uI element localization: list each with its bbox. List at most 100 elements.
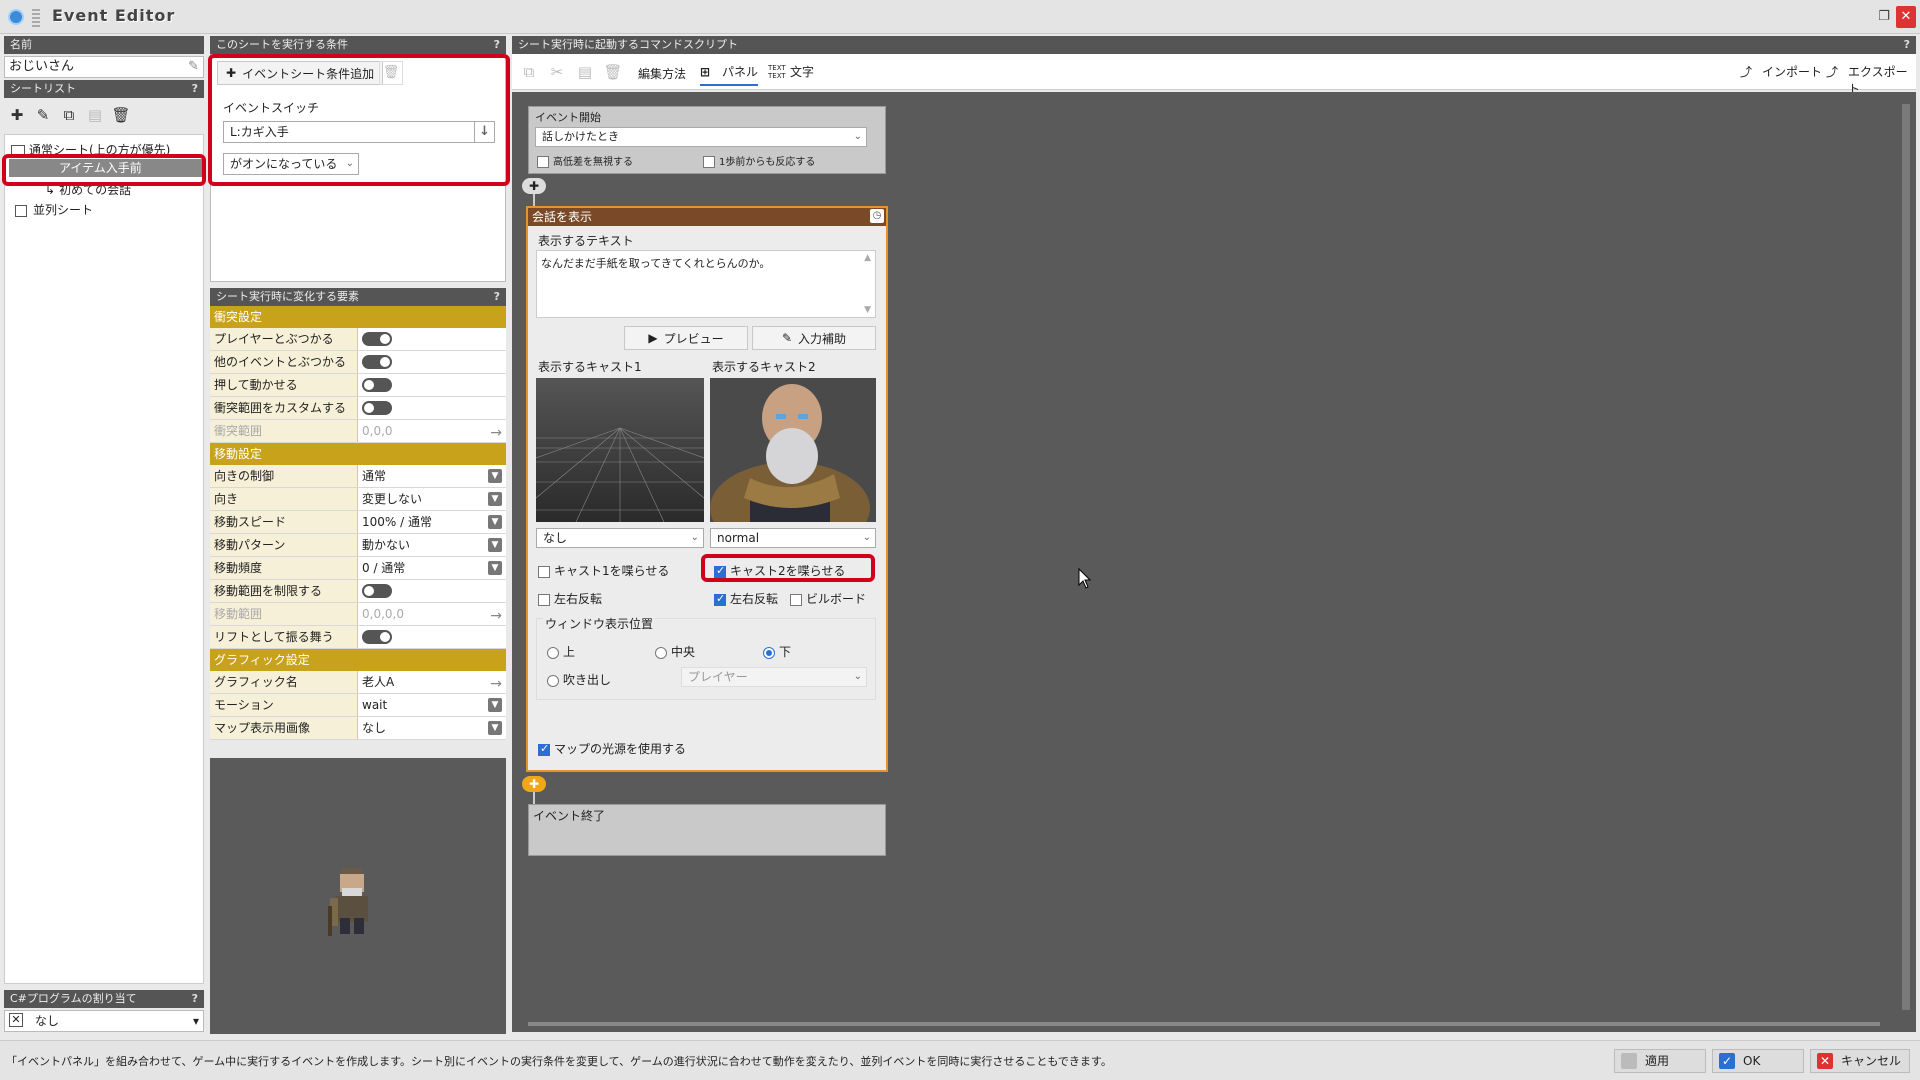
toggle-switch[interactable]	[362, 332, 392, 346]
dialog-block[interactable]: 会話を表示 ◷ 表示するテキスト なんだまだ手紙を取ってきてくれとらんのか。 ▲ ▼ …	[526, 206, 888, 772]
toggle-switch[interactable]	[362, 355, 392, 369]
cast2-preview[interactable]	[710, 378, 876, 522]
props-row[interactable]: 移動範囲を制限する	[210, 580, 506, 603]
pos-mid-radio[interactable]: 中央	[655, 643, 695, 660]
paste-icon[interactable]: ▤	[84, 104, 106, 126]
props-value[interactable]: 0,0,0,0 →	[358, 603, 506, 625]
arrow-right-icon[interactable]: →	[490, 673, 502, 695]
props-row[interactable]: 移動範囲 0,0,0,0 →	[210, 603, 506, 626]
cast2-select[interactable]: normal ⌄	[710, 528, 876, 548]
help-icon[interactable]: ?	[1904, 36, 1910, 54]
pos-bottom-radio[interactable]: 下	[763, 643, 791, 660]
ignore-height-checkbox[interactable]: 高低差を無視する	[537, 153, 633, 168]
clock-icon[interactable]: ◷	[870, 209, 884, 223]
arrow-right-icon[interactable]: →	[490, 605, 502, 627]
props-value[interactable]: 0,0,0 →	[358, 420, 506, 442]
props-value[interactable]: 変更しない ▼	[358, 488, 506, 510]
props-value[interactable]: 0 / 通常 ▼	[358, 557, 506, 579]
balloon-target-select[interactable]: プレイヤー ⌄	[681, 667, 867, 687]
props-row[interactable]: プレイヤーとぶつかる	[210, 328, 506, 351]
toggle-switch[interactable]	[362, 378, 392, 392]
dialog-textarea[interactable]: なんだまだ手紙を取ってきてくれとらんのか。 ▲ ▼	[536, 250, 876, 318]
delete-condition-icon[interactable]: 🗑	[379, 61, 403, 85]
props-row[interactable]: 押して動かせる	[210, 374, 506, 397]
props-row[interactable]: 向き 変更しない ▼	[210, 488, 506, 511]
edit-icon[interactable]: ✎	[32, 104, 54, 126]
flip2-checkbox[interactable]: 左右反転	[714, 590, 778, 607]
use-light-checkbox[interactable]: マップの光源を使用する	[538, 740, 686, 757]
insert-icon[interactable]: ✚	[522, 178, 546, 194]
pos-top-radio[interactable]: 上	[547, 643, 575, 660]
props-value[interactable]: 100% / 通常 ▼	[358, 511, 506, 533]
props-value[interactable]: なし ▼	[358, 717, 506, 739]
add-condition-button[interactable]: ✚ イベントシート条件追加	[217, 61, 384, 85]
props-value[interactable]	[358, 397, 506, 419]
scroll-up-icon[interactable]: ▲	[864, 253, 871, 263]
dropdown-icon[interactable]: ▼	[488, 538, 502, 552]
mode-text-tab[interactable]: TEXT TEXT 文字	[768, 60, 814, 84]
one-step-checkbox[interactable]: 1歩前からも反応する	[703, 153, 815, 168]
input-assist-button[interactable]: ✎ 入力補助	[752, 326, 876, 350]
props-value[interactable]	[358, 328, 506, 350]
billboard-checkbox[interactable]: ビルボード	[790, 590, 866, 607]
toggle-switch[interactable]	[362, 584, 392, 598]
props-row[interactable]: 向きの制御 通常 ▼	[210, 465, 506, 488]
tree-item-before-item[interactable]: アイテム入手前	[9, 159, 205, 177]
copy-icon[interactable]: ⧉	[58, 104, 80, 126]
help-icon[interactable]: ?	[494, 288, 500, 306]
switch-state-select[interactable]: がオンになっている ⌄	[223, 153, 359, 175]
cast1-preview[interactable]	[536, 378, 704, 522]
pos-balloon-radio[interactable]: 吹き出し	[547, 671, 611, 688]
cancel-button[interactable]: ✕ キャンセル	[1810, 1049, 1910, 1073]
dropdown-icon[interactable]: ▼	[488, 561, 502, 575]
csharp-select[interactable]: ✕ なし ▾	[4, 1010, 204, 1032]
props-value[interactable]	[358, 351, 506, 373]
props-value[interactable]: 動かない ▼	[358, 534, 506, 556]
props-row[interactable]: 衝突範囲をカスタムする	[210, 397, 506, 420]
scroll-down-icon[interactable]: ▼	[864, 305, 871, 315]
dropdown-icon[interactable]: ▼	[488, 698, 502, 712]
dropdown-icon[interactable]: ▼	[488, 515, 502, 529]
horizontal-scrollbar[interactable]	[528, 1022, 1880, 1026]
props-row[interactable]: モーション wait ▼	[210, 694, 506, 717]
trigger-select[interactable]: 話しかけたとき ⌄	[535, 127, 867, 147]
delete-icon[interactable]: 🗑	[110, 104, 132, 126]
vertical-scrollbar[interactable]	[1902, 104, 1910, 1010]
help-icon[interactable]: ?	[494, 36, 500, 54]
props-row[interactable]: 移動スピード 100% / 通常 ▼	[210, 511, 506, 534]
switch-select[interactable]: L:カギ入手 ↓	[223, 121, 495, 143]
ok-button[interactable]: ✓ OK	[1712, 1049, 1804, 1073]
insert-icon[interactable]: ✚	[522, 776, 546, 792]
cast1-speak-checkbox[interactable]: キャスト1を喋らせる	[538, 562, 669, 579]
add-icon[interactable]: ✚	[6, 104, 28, 126]
dropdown-icon[interactable]: ▼	[488, 469, 502, 483]
name-field[interactable]: おじいさん ✎	[4, 56, 204, 78]
props-row[interactable]: グラフィック名 老人A →	[210, 671, 506, 694]
flip1-checkbox[interactable]: 左右反転	[538, 590, 602, 607]
toggle-switch[interactable]	[362, 630, 392, 644]
cut-icon[interactable]: ✂	[546, 61, 568, 83]
props-row[interactable]: 移動パターン 動かない ▼	[210, 534, 506, 557]
props-value[interactable]: wait ▼	[358, 694, 506, 716]
props-value[interactable]	[358, 580, 506, 602]
props-row[interactable]: 移動頻度 0 / 通常 ▼	[210, 557, 506, 580]
clear-icon[interactable]: ✕	[9, 1013, 23, 1027]
props-row[interactable]: リフトとして振る舞う	[210, 626, 506, 649]
tree-item-first-talk[interactable]: ↳ 初めての会話	[45, 181, 131, 198]
help-icon[interactable]: ?	[192, 990, 198, 1008]
close-icon[interactable]: ✕	[1896, 6, 1916, 28]
restore-icon[interactable]: ❐	[1874, 6, 1894, 28]
props-value[interactable]: 通常 ▼	[358, 465, 506, 487]
arrow-right-icon[interactable]: →	[490, 422, 502, 444]
help-icon[interactable]: ?	[192, 80, 198, 98]
apply-button[interactable]: 適用	[1614, 1049, 1706, 1073]
mode-panel-tab[interactable]: ⊞ パネル	[700, 60, 759, 86]
props-value[interactable]	[358, 626, 506, 648]
copy-icon[interactable]: ⧉	[518, 61, 540, 83]
event-start-block[interactable]: イベント開始 話しかけたとき ⌄ 高低差を無視する 1歩前からも反応する	[528, 106, 886, 174]
tree-item-parallel[interactable]: 並列シート	[15, 201, 93, 218]
dropdown-icon[interactable]: ▾	[193, 1011, 199, 1031]
props-value[interactable]: 老人A →	[358, 671, 506, 693]
paste-icon[interactable]: ▤	[574, 61, 596, 83]
props-row[interactable]: マップ表示用画像 なし ▼	[210, 717, 506, 740]
